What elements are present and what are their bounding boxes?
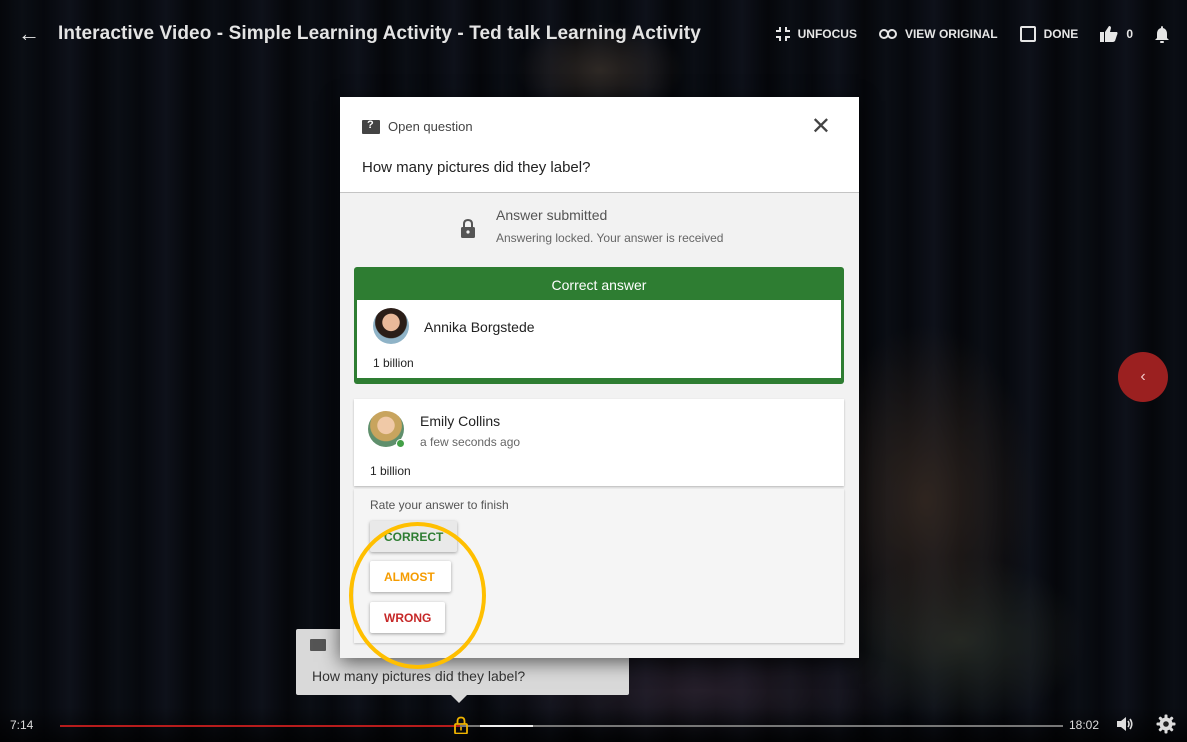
close-icon[interactable]: ✕ [811,115,831,139]
my-answer-text: 1 billion [370,464,411,478]
bell-icon [1155,25,1169,43]
buffered-progress [480,725,533,727]
settings-gear-icon[interactable] [1156,714,1176,734]
my-author-name: Emily Collins [420,413,501,429]
rate-label: Rate your answer to finish [370,498,509,512]
correct-author-name: Annika Borgstede [424,319,535,335]
chevron-left-icon: ‹ [1140,368,1146,385]
open-question-modal: Open question ✕ How many pictures did th… [340,97,859,658]
played-progress [60,725,460,727]
like-count: 0 [1126,27,1133,41]
collapse-icon [775,27,790,41]
top-bar: ← Interactive Video - Simple Learning Ac… [0,0,1187,68]
question-icon [310,639,326,651]
checkbox-icon [1019,26,1036,42]
question-type-label: Open question [388,119,473,134]
correct-answer-body: Annika Borgstede 1 billion [357,300,841,378]
current-time: 7:14 [10,718,34,732]
header-actions: UNFOCUS VIEW ORIGINAL DONE 0 [775,25,1169,43]
question-type-row: Open question [362,119,473,134]
question-lock-marker-icon[interactable] [454,716,468,734]
like-button[interactable]: 0 [1100,26,1133,42]
rate-answer-section: Rate your answer to finish CORRECT ALMOS… [354,489,844,643]
question-icon [362,119,380,134]
correct-answer-header: Correct answer [551,277,647,293]
lock-icon [461,219,475,238]
thumbs-up-icon [1100,26,1118,42]
card-pointer [451,695,467,703]
question-text: How many pictures did they label? [362,159,591,176]
background-question-text: How many pictures did they label? [312,668,526,684]
done-label: DONE [1043,27,1079,41]
notifications-button[interactable] [1155,25,1169,43]
volume-icon[interactable] [1116,715,1134,733]
link-icon [878,29,897,39]
page-title: Interactive Video - Simple Learning Acti… [58,23,701,44]
side-panel-toggle-button[interactable]: ‹ [1118,352,1168,402]
answer-status: Answer submitted Answering locked. Your … [340,193,859,263]
unfocus-label: UNFOCUS [797,27,857,41]
modal-header: Open question ✕ How many pictures did th… [340,97,859,193]
status-subtitle: Answering locked. Your answer is receive… [496,231,724,245]
my-answer-card: Emily Collins a few seconds ago 1 billio… [354,399,844,486]
view-original-label: VIEW ORIGINAL [904,27,998,41]
avatar [373,308,409,344]
done-checkbox[interactable]: DONE [1019,26,1079,42]
rate-correct-button[interactable]: CORRECT [370,521,457,552]
correct-answer-text: 1 billion [373,356,414,370]
status-title: Answer submitted [496,207,608,223]
view-original-button[interactable]: VIEW ORIGINAL [878,27,998,41]
unfocus-button[interactable]: UNFOCUS [775,27,857,41]
rate-wrong-button[interactable]: WRONG [370,602,445,633]
total-time: 18:02 [1069,718,1100,732]
correct-answer-card: Correct answer Annika Borgstede 1 billio… [354,267,844,384]
rate-almost-button[interactable]: ALMOST [370,561,451,592]
seek-bar[interactable] [60,725,1063,727]
answer-timestamp: a few seconds ago [420,435,521,449]
back-arrow-icon[interactable]: ← [18,21,58,47]
online-status-icon [396,439,405,448]
player-controls: 7:14 18:02 [0,707,1187,742]
